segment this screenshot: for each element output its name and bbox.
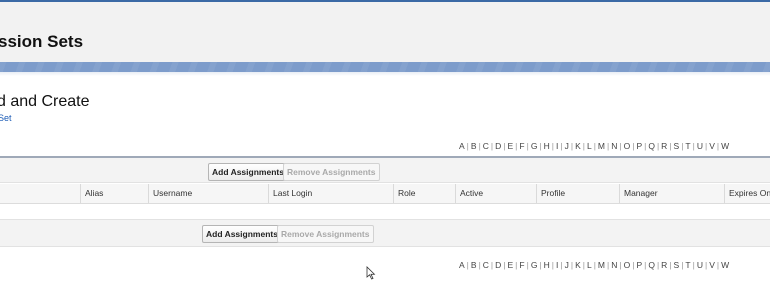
alpha-filter-e[interactable]: E xyxy=(506,260,516,270)
alpha-filter-h[interactable]: H xyxy=(542,260,552,270)
alpha-filter-v[interactable]: V xyxy=(707,260,717,270)
column-last-login[interactable]: Last Login xyxy=(268,184,312,203)
alpha-filter-r[interactable]: R xyxy=(659,141,669,151)
column-expires-on[interactable]: Expires On xyxy=(724,184,770,203)
bottom-button-bar: Add Assignments Remove Assignments xyxy=(0,219,770,247)
alpha-filter-t[interactable]: T xyxy=(683,141,692,151)
column-active[interactable]: Active xyxy=(455,184,483,203)
alpha-filter-b[interactable]: B xyxy=(469,141,479,151)
table-header-row: Alias Username Last Login Role Active Pr… xyxy=(0,184,770,204)
alpha-filter-c[interactable]: C xyxy=(481,141,491,151)
alpha-filter-h[interactable]: H xyxy=(542,141,552,151)
alpha-filter-l[interactable]: L xyxy=(585,141,594,151)
add-assignments-button[interactable]: Add Assignments xyxy=(208,163,288,181)
alpha-filter-o[interactable]: O xyxy=(622,260,633,270)
alpha-filter-w[interactable]: W xyxy=(719,141,731,151)
top-button-bar: Add Assignments Remove Assignments xyxy=(0,158,770,183)
alpha-filter-a[interactable]: A xyxy=(457,260,467,270)
alpha-filter-w[interactable]: W xyxy=(719,260,731,270)
column-profile[interactable]: Profile xyxy=(536,184,565,203)
alphabet-filter-bottom: A | B | C | D | E | F | G | H | I | J | K | L | M | N | O | P | Q | R | S | T |… xyxy=(457,260,731,270)
alpha-filter-f[interactable]: F xyxy=(517,141,526,151)
add-assignments-button-bottom[interactable]: Add Assignments xyxy=(202,225,282,243)
alpha-filter-n[interactable]: N xyxy=(609,141,619,151)
empty-table-row xyxy=(0,204,770,218)
alpha-filter-a[interactable]: A xyxy=(457,141,467,151)
remove-assignments-button-bottom[interactable]: Remove Assignments xyxy=(277,225,374,243)
alpha-filter-p[interactable]: P xyxy=(634,260,644,270)
alpha-filter-t[interactable]: T xyxy=(683,260,692,270)
section-title: d and Create xyxy=(0,93,90,110)
alpha-filter-d[interactable]: D xyxy=(493,260,503,270)
alpha-filter-c[interactable]: C xyxy=(481,260,491,270)
page-title: ssion Sets xyxy=(0,32,84,51)
alpha-filter-k[interactable]: K xyxy=(573,260,583,270)
alpha-filter-j[interactable]: J xyxy=(563,141,571,151)
header-band-shadow xyxy=(0,72,770,76)
alpha-filter-n[interactable]: N xyxy=(609,260,619,270)
mouse-pointer-icon xyxy=(366,266,376,280)
page-header: ssion Sets xyxy=(0,2,770,62)
alpha-filter-m[interactable]: M xyxy=(596,260,607,270)
alpha-filter-g[interactable]: G xyxy=(529,141,540,151)
permission-set-link[interactable]: Set xyxy=(0,113,12,123)
alpha-filter-e[interactable]: E xyxy=(506,141,516,151)
column-alias[interactable]: Alias xyxy=(80,184,103,203)
column-manager[interactable]: Manager xyxy=(619,184,658,203)
alpha-filter-m[interactable]: M xyxy=(596,141,607,151)
alpha-filter-q[interactable]: Q xyxy=(646,260,657,270)
alpha-filter-o[interactable]: O xyxy=(622,141,633,151)
alpha-filter-s[interactable]: S xyxy=(672,141,682,151)
alpha-filter-f[interactable]: F xyxy=(517,260,526,270)
alpha-filter-u[interactable]: U xyxy=(695,141,705,151)
alpha-filter-v[interactable]: V xyxy=(707,141,717,151)
alpha-filter-s[interactable]: S xyxy=(672,260,682,270)
alpha-filter-b[interactable]: B xyxy=(469,260,479,270)
alpha-filter-g[interactable]: G xyxy=(529,260,540,270)
alpha-filter-p[interactable]: P xyxy=(634,141,644,151)
alpha-filter-q[interactable]: Q xyxy=(646,141,657,151)
alpha-filter-r[interactable]: R xyxy=(659,260,669,270)
column-username[interactable]: Username xyxy=(148,184,192,203)
remove-assignments-button[interactable]: Remove Assignments xyxy=(283,163,380,181)
alphabet-filter-top: A | B | C | D | E | F | G | H | I | J | K | L | M | N | O | P | Q | R | S | T |… xyxy=(457,141,731,151)
header-band xyxy=(0,62,770,72)
alpha-filter-j[interactable]: J xyxy=(563,260,571,270)
alpha-filter-k[interactable]: K xyxy=(573,141,583,151)
alpha-filter-l[interactable]: L xyxy=(585,260,594,270)
alpha-filter-u[interactable]: U xyxy=(695,260,705,270)
column-role[interactable]: Role xyxy=(393,184,415,203)
alpha-filter-d[interactable]: D xyxy=(493,141,503,151)
